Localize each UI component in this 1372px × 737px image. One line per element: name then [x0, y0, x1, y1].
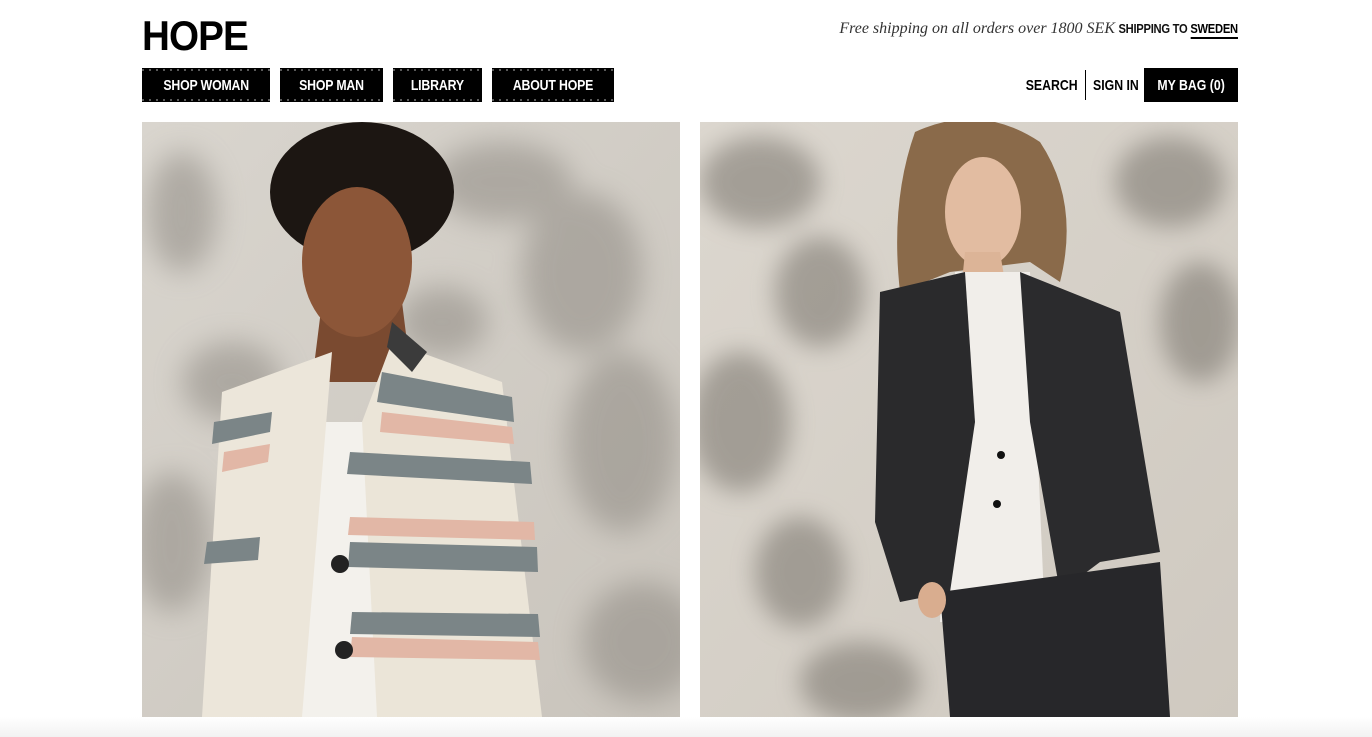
nav-library-label: LIBRARY: [411, 76, 465, 94]
nav-shop-man-label: SHOP MAN: [299, 76, 365, 94]
hero-image-woman[interactable]: [142, 122, 680, 717]
free-shipping-promo: Free shipping on all orders over 1800 SE…: [839, 20, 1115, 37]
woman-striped-jacket-photo: [142, 122, 680, 717]
page: HOPE Free shipping on all orders over 18…: [0, 0, 1372, 737]
shipping-label: SHIPPING TO: [1118, 21, 1188, 36]
utility-nav: SEARCH SIGN IN MY BAG (0): [1020, 68, 1238, 102]
nav-about-hope-label: ABOUT HOPE: [512, 76, 594, 94]
hero-image-man[interactable]: [700, 122, 1238, 717]
man-dark-suit-photo: [700, 122, 1238, 717]
shipping-country[interactable]: SWEDEN: [1190, 21, 1238, 39]
nav-about-hope[interactable]: ABOUT HOPE: [492, 68, 615, 102]
page-bottom-fade: [0, 717, 1372, 737]
sign-in-link[interactable]: SIGN IN: [1093, 77, 1139, 94]
my-bag-label: MY BAG (0): [1157, 76, 1225, 94]
nav-library[interactable]: LIBRARY: [393, 68, 483, 102]
utility-divider: [1084, 70, 1086, 100]
nav-shop-woman-label: SHOP WOMAN: [163, 76, 250, 94]
nav-shop-man[interactable]: SHOP MAN: [280, 68, 384, 102]
nav-shop-woman[interactable]: SHOP WOMAN: [142, 68, 271, 102]
hope-logo[interactable]: HOPE: [142, 14, 249, 58]
main-nav: SHOP WOMAN SHOP MAN LIBRARY ABOUT HOPE: [142, 68, 615, 102]
search-link[interactable]: SEARCH: [1025, 77, 1077, 94]
my-bag-button[interactable]: MY BAG (0): [1143, 68, 1238, 102]
shipping-country-selector[interactable]: SHIPPING TO SWEDEN: [1118, 21, 1238, 39]
